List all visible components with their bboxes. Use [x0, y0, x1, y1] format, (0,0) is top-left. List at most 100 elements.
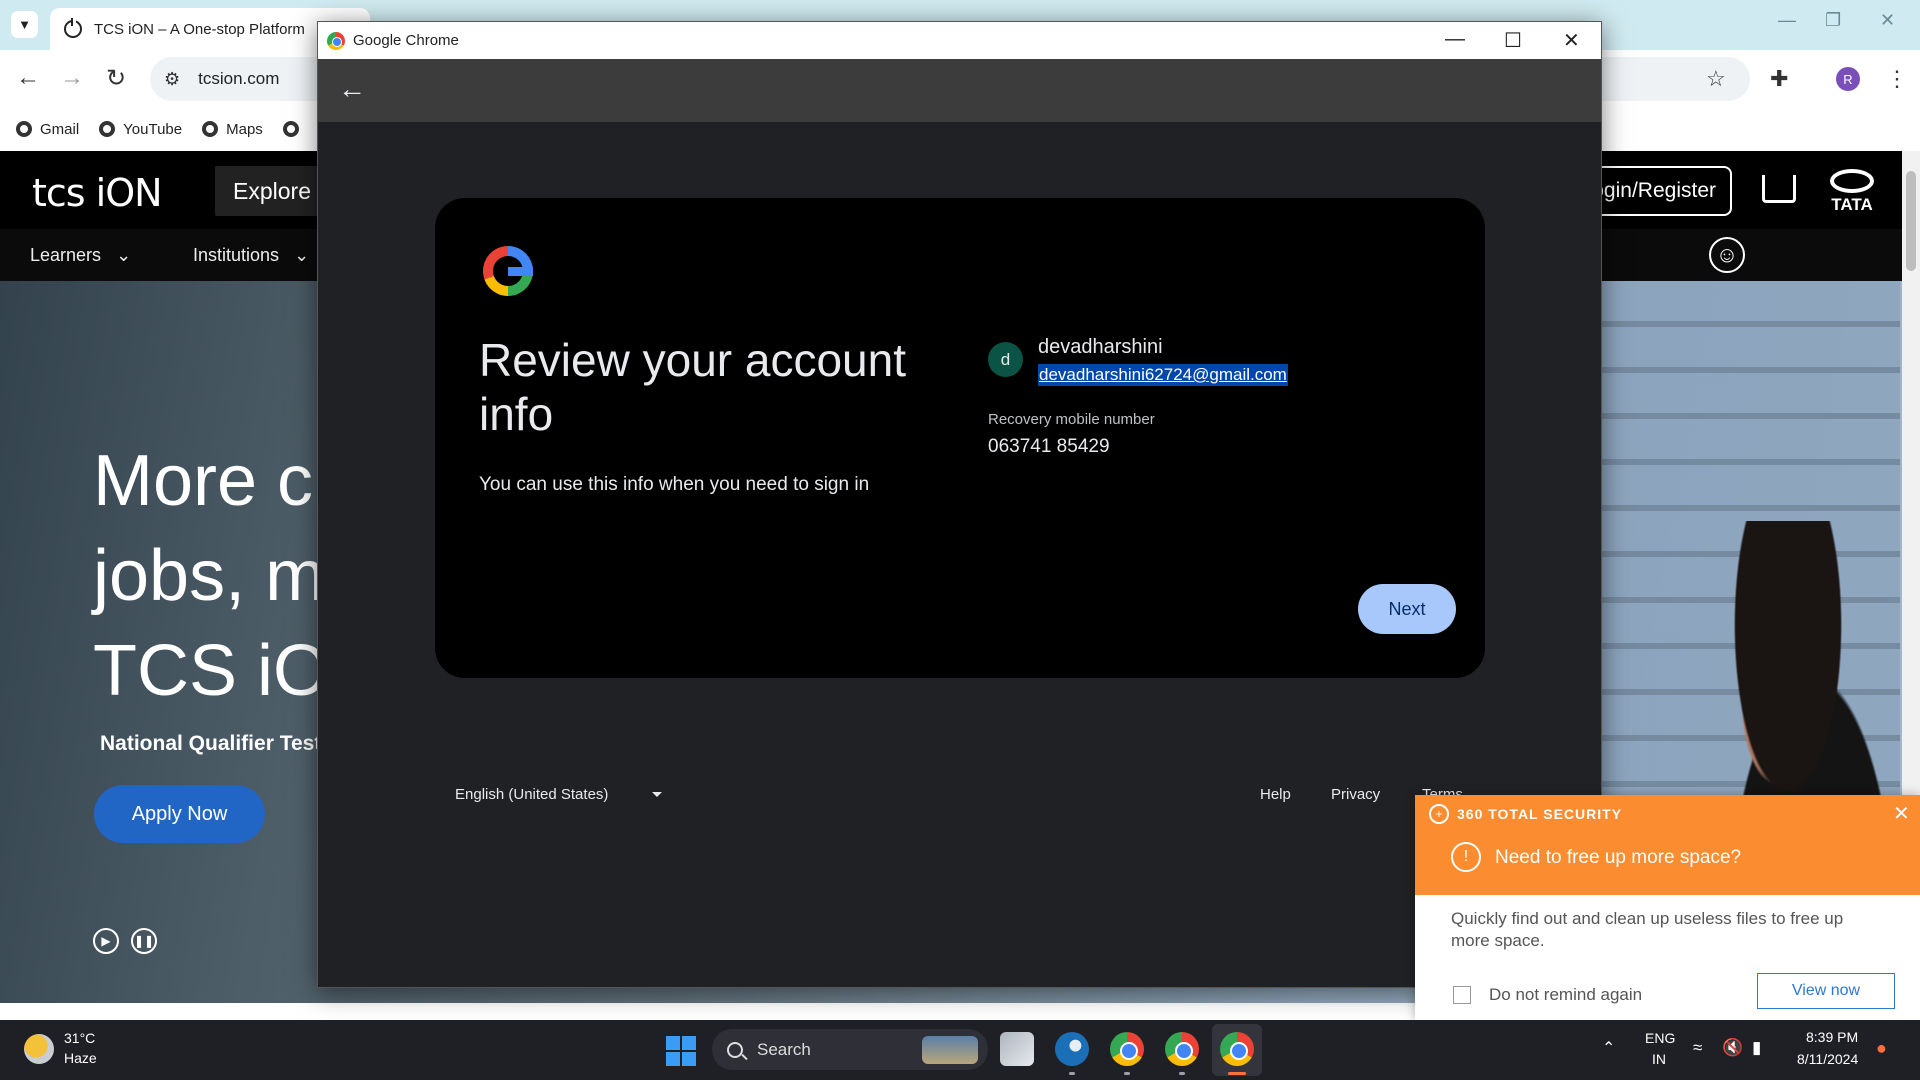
clock-time[interactable]: 8:39 PM [1806, 1029, 1858, 1045]
accessibility-icon[interactable]: ☺ [1709, 237, 1745, 273]
scrollbar-thumb[interactable] [1906, 171, 1916, 271]
bookmark-label: Maps [226, 120, 263, 138]
address-text: tcsion.com [198, 69, 280, 88]
profile-avatar[interactable]: R [1836, 67, 1860, 91]
360-logo-icon: + [1429, 804, 1449, 824]
extensions-icon[interactable]: ✚ [1770, 66, 1788, 92]
nav-learners[interactable]: Learners ⌄ [30, 245, 131, 266]
popup-window-title: Google Chrome [353, 32, 459, 49]
weather-temperature[interactable]: 31°C [64, 1030, 95, 1046]
maximize-icon[interactable]: ☐ [1504, 28, 1522, 53]
tata-mark-icon [1830, 169, 1874, 193]
weather-description[interactable]: Haze [64, 1050, 97, 1066]
bookmark-maps[interactable]: Maps [202, 121, 263, 138]
close-icon[interactable]: ✕ [1893, 801, 1910, 826]
language-selector[interactable]: English (United States) [455, 786, 608, 803]
account-review-card: Review your account info You can use thi… [435, 198, 1485, 678]
wifi-icon[interactable]: ≈ [1693, 1038, 1702, 1058]
tcs-ion-logo[interactable]: tcs iON [32, 171, 163, 215]
chevron-up-icon[interactable]: ⌃ [1602, 1038, 1615, 1058]
chrome-profile-icon[interactable] [1165, 1032, 1199, 1066]
windows-start-icon[interactable] [666, 1036, 696, 1066]
hero-line-3: TCS iO [93, 631, 330, 711]
hero-line-2: jobs, m [93, 536, 326, 616]
active-indicator [1228, 1072, 1246, 1075]
steam-icon[interactable] [1055, 1032, 1089, 1066]
caret-down-icon[interactable] [652, 792, 662, 797]
taskbar-search-label: Search [757, 1039, 811, 1059]
globe-icon [99, 121, 116, 137]
notification-header: + 360 TOTAL SECURITY ✕ ! Need to free up… [1415, 795, 1920, 895]
restore-icon[interactable]: ❐ [1825, 10, 1841, 31]
forward-icon[interactable]: → [60, 64, 84, 92]
security-notification: + 360 TOTAL SECURITY ✕ ! Need to free up… [1415, 795, 1920, 1020]
input-language[interactable]: ENG [1645, 1030, 1675, 1046]
back-icon[interactable]: ← [16, 64, 40, 92]
page-title: Review your account info [479, 334, 906, 440]
bookmark-label: Gmail [40, 120, 80, 138]
apply-now-button[interactable]: Apply Now [94, 785, 265, 843]
chrome-icon[interactable] [1220, 1032, 1254, 1066]
warning-icon: ! [1451, 842, 1481, 872]
menu-kebab-icon[interactable]: ⋮ [1886, 66, 1908, 92]
account-name: devadharshini [1038, 336, 1163, 358]
search-highlight-image [922, 1036, 978, 1064]
nav-learners-label: Learners [30, 245, 102, 265]
bookmark-gmail[interactable]: Gmail [16, 121, 79, 138]
minimize-icon[interactable]: — [1445, 28, 1465, 51]
chevron-down-icon: ⌄ [116, 245, 132, 265]
reload-icon[interactable]: ↻ [106, 64, 126, 93]
clock-date[interactable]: 8/11/2024 [1797, 1051, 1858, 1067]
help-link[interactable]: Help [1260, 786, 1291, 803]
tata-label: TATA [1831, 195, 1873, 214]
play-icon[interactable]: ▶ [93, 928, 119, 954]
weather-haze-icon[interactable] [24, 1034, 54, 1064]
google-logo-icon [483, 246, 533, 296]
account-email[interactable]: devadharshini62724@gmail.com [1038, 364, 1288, 386]
next-button[interactable]: Next [1358, 584, 1456, 634]
hero-subtitle: National Qualifier Test [100, 732, 322, 755]
tata-logo: TATA [1826, 169, 1878, 215]
nav-institutions[interactable]: Institutions ⌄ [193, 245, 309, 266]
pause-icon[interactable]: ❚❚ [131, 928, 157, 954]
close-window-icon[interactable]: ✕ [1880, 10, 1895, 31]
view-now-button[interactable]: View now [1757, 973, 1895, 1009]
tab-search-dropdown[interactable]: ▼ [11, 11, 38, 38]
tab-title: TCS iON – A One-stop Platform [94, 20, 305, 38]
globe-icon [202, 121, 219, 137]
task-view-icon[interactable] [1000, 1032, 1034, 1066]
site-info-icon[interactable]: ⚙ [164, 69, 180, 90]
chrome-profile-icon[interactable] [1110, 1032, 1144, 1066]
running-indicator [1069, 1072, 1075, 1075]
bookmark-star-icon[interactable]: ☆ [1706, 66, 1726, 92]
bookmark-youtube[interactable]: YouTube [99, 121, 182, 138]
do-not-remind-label[interactable]: Do not remind again [1489, 985, 1642, 1005]
close-window-icon[interactable]: ✕ [1563, 28, 1580, 53]
chevron-down-icon: ⌄ [294, 245, 310, 265]
volume-muted-icon[interactable]: 🔇 [1722, 1038, 1743, 1058]
recovery-phone-label: Recovery mobile number [988, 411, 1155, 428]
account-avatar: d [988, 342, 1023, 377]
notification-title: Need to free up more space? [1495, 847, 1742, 868]
popup-nav-bar: ← [318, 59, 1601, 122]
privacy-link[interactable]: Privacy [1331, 786, 1380, 803]
notification-bell-icon[interactable]: ● [1876, 1038, 1887, 1059]
popup-titlebar: Google Chrome — ☐ ✕ [318, 22, 1601, 59]
back-arrow-icon[interactable]: ← [338, 73, 366, 105]
notification-body: Quickly find out and clean up useless fi… [1451, 909, 1844, 950]
do-not-remind-checkbox[interactable] [1453, 986, 1471, 1004]
chrome-icon [327, 31, 345, 50]
minimize-icon[interactable]: — [1778, 10, 1796, 31]
globe-icon [16, 121, 32, 137]
explore-button[interactable]: Explore [215, 166, 325, 216]
nav-institutions-label: Institutions [193, 245, 280, 265]
taskbar-search[interactable]: Search [712, 1029, 988, 1070]
google-signin-popup: Google Chrome — ☐ ✕ ← Review your accoun… [317, 21, 1602, 988]
page-subtitle: You can use this info when you need to s… [479, 474, 870, 495]
battery-icon[interactable]: ▮ [1752, 1038, 1761, 1058]
running-indicator [1124, 1072, 1130, 1075]
search-icon [727, 1041, 743, 1058]
input-region[interactable]: IN [1652, 1051, 1666, 1067]
bookmark-more[interactable] [282, 121, 307, 137]
cart-icon[interactable] [1762, 175, 1796, 203]
